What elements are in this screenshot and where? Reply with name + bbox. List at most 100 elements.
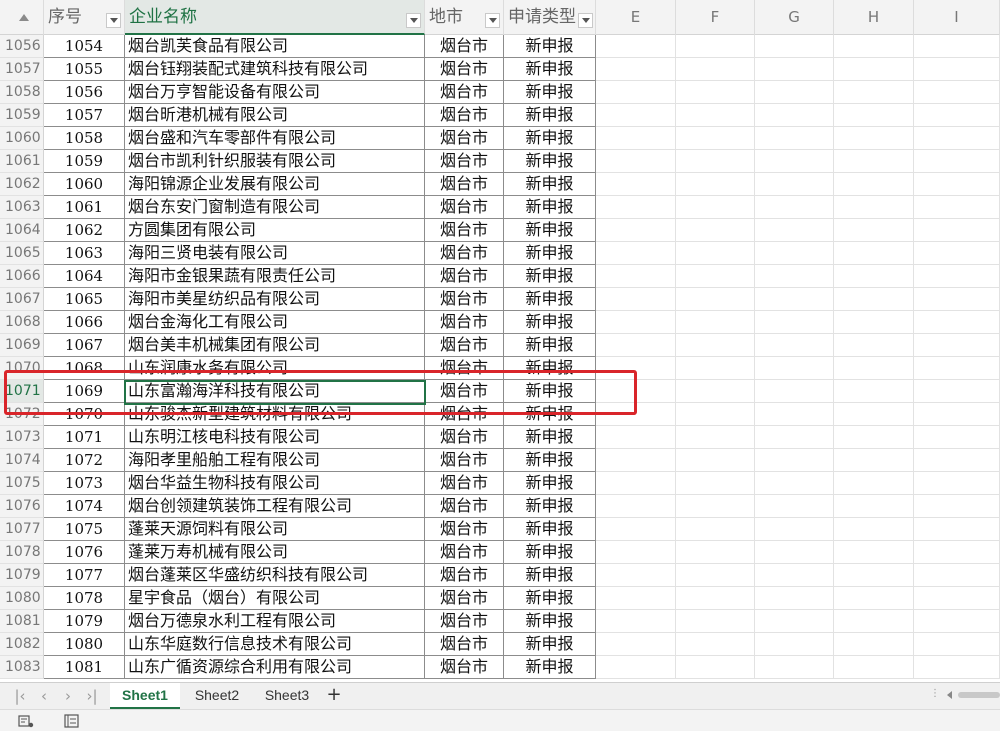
empty-cell[interactable] [755, 288, 834, 311]
empty-cell[interactable] [914, 633, 1000, 656]
first-sheet-icon[interactable]: |‹ [10, 686, 30, 706]
cell-apply-type[interactable]: 新申报 [504, 656, 596, 679]
empty-cell[interactable] [834, 541, 914, 564]
empty-cell[interactable] [676, 150, 755, 173]
cell-apply-type[interactable]: 新申报 [504, 564, 596, 587]
filter-dropdown-icon[interactable] [406, 13, 421, 28]
cell-city[interactable]: 烟台市 [425, 472, 504, 495]
cell-city[interactable]: 烟台市 [425, 564, 504, 587]
cell-company-name[interactable]: 烟台华益生物科技有限公司 [125, 472, 425, 495]
empty-cell[interactable] [596, 311, 676, 334]
cell-company-name[interactable]: 海阳锦源企业发展有限公司 [125, 173, 425, 196]
empty-cell[interactable] [914, 81, 1000, 104]
empty-cell[interactable] [914, 196, 1000, 219]
empty-cell[interactable] [914, 150, 1000, 173]
row-header[interactable]: 1058 [0, 81, 44, 104]
cell-company-name[interactable]: 烟台万亨智能设备有限公司 [125, 81, 425, 104]
empty-cell[interactable] [596, 610, 676, 633]
empty-cell[interactable] [914, 472, 1000, 495]
empty-cell[interactable] [755, 265, 834, 288]
cell-seq[interactable]: 1064 [44, 265, 125, 288]
empty-cell[interactable] [676, 380, 755, 403]
empty-cell[interactable] [755, 35, 834, 58]
column-letter-e[interactable]: E [596, 0, 676, 35]
empty-cell[interactable] [755, 334, 834, 357]
empty-cell[interactable] [596, 633, 676, 656]
empty-cell[interactable] [676, 219, 755, 242]
empty-cell[interactable] [596, 472, 676, 495]
empty-cell[interactable] [914, 357, 1000, 380]
cell-company-name[interactable]: 星宇食品（烟台）有限公司 [125, 587, 425, 610]
cell-city[interactable]: 烟台市 [425, 541, 504, 564]
cell-city[interactable]: 烟台市 [425, 265, 504, 288]
cell-city[interactable]: 烟台市 [425, 610, 504, 633]
empty-cell[interactable] [834, 104, 914, 127]
row-header[interactable]: 1077 [0, 518, 44, 541]
cell-apply-type[interactable]: 新申报 [504, 81, 596, 104]
empty-cell[interactable] [914, 334, 1000, 357]
empty-cell[interactable] [755, 587, 834, 610]
cell-city[interactable]: 烟台市 [425, 58, 504, 81]
cell-company-name[interactable]: 蓬莱天源饲料有限公司 [125, 518, 425, 541]
empty-cell[interactable] [676, 449, 755, 472]
empty-cell[interactable] [596, 242, 676, 265]
row-header[interactable]: 1059 [0, 104, 44, 127]
row-header[interactable]: 1066 [0, 265, 44, 288]
empty-cell[interactable] [834, 150, 914, 173]
row-header[interactable]: 1056 [0, 35, 44, 58]
cell-apply-type[interactable]: 新申报 [504, 334, 596, 357]
empty-cell[interactable] [596, 150, 676, 173]
empty-cell[interactable] [596, 587, 676, 610]
empty-cell[interactable] [834, 35, 914, 58]
cell-company-name[interactable]: 烟台市凯利针织服装有限公司 [125, 150, 425, 173]
sheet-tab-3[interactable]: Sheet3 [252, 683, 322, 709]
empty-cell[interactable] [596, 518, 676, 541]
row-header[interactable]: 1083 [0, 656, 44, 679]
empty-cell[interactable] [676, 127, 755, 150]
cell-city[interactable]: 烟台市 [425, 495, 504, 518]
empty-cell[interactable] [834, 610, 914, 633]
empty-cell[interactable] [914, 495, 1000, 518]
cell-seq[interactable]: 1055 [44, 58, 125, 81]
row-header[interactable]: 1074 [0, 449, 44, 472]
cell-seq[interactable]: 1061 [44, 196, 125, 219]
empty-cell[interactable] [914, 564, 1000, 587]
row-header[interactable]: 1061 [0, 150, 44, 173]
cell-city[interactable]: 烟台市 [425, 242, 504, 265]
last-sheet-icon[interactable]: ›| [82, 686, 102, 706]
next-sheet-icon[interactable]: › [58, 686, 78, 706]
row-header[interactable]: 1078 [0, 541, 44, 564]
row-header[interactable]: 1063 [0, 196, 44, 219]
cell-company-name[interactable]: 山东华庭数行信息技术有限公司 [125, 633, 425, 656]
select-all-corner[interactable] [0, 0, 44, 35]
add-sheet-button[interactable]: + [326, 684, 342, 706]
row-header[interactable]: 1073 [0, 426, 44, 449]
sheet-tab-1[interactable]: Sheet1 [110, 683, 180, 709]
cell-company-name[interactable]: 山东广循资源综合利用有限公司 [125, 656, 425, 679]
cell-seq[interactable]: 1067 [44, 334, 125, 357]
cell-apply-type[interactable]: 新申报 [504, 173, 596, 196]
column-header-c[interactable]: 地市 [425, 0, 504, 35]
empty-cell[interactable] [914, 518, 1000, 541]
cell-apply-type[interactable]: 新申报 [504, 633, 596, 656]
cell-seq[interactable]: 1059 [44, 150, 125, 173]
column-header-a[interactable]: 序号 [44, 0, 125, 35]
empty-cell[interactable] [676, 587, 755, 610]
cell-company-name[interactable]: 烟台凯芙食品有限公司 [125, 35, 425, 58]
empty-cell[interactable] [755, 196, 834, 219]
empty-cell[interactable] [834, 587, 914, 610]
cell-apply-type[interactable]: 新申报 [504, 472, 596, 495]
row-header[interactable]: 1067 [0, 288, 44, 311]
cell-city[interactable]: 烟台市 [425, 656, 504, 679]
empty-cell[interactable] [596, 449, 676, 472]
empty-cell[interactable] [755, 311, 834, 334]
cell-apply-type[interactable]: 新申报 [504, 265, 596, 288]
empty-cell[interactable] [834, 633, 914, 656]
empty-cell[interactable] [914, 610, 1000, 633]
cell-city[interactable]: 烟台市 [425, 173, 504, 196]
empty-cell[interactable] [676, 311, 755, 334]
cell-company-name[interactable]: 烟台蓬莱区华盛纺织科技有限公司 [125, 564, 425, 587]
empty-cell[interactable] [834, 656, 914, 679]
cell-city[interactable]: 烟台市 [425, 150, 504, 173]
scroll-left-icon[interactable] [947, 691, 952, 699]
